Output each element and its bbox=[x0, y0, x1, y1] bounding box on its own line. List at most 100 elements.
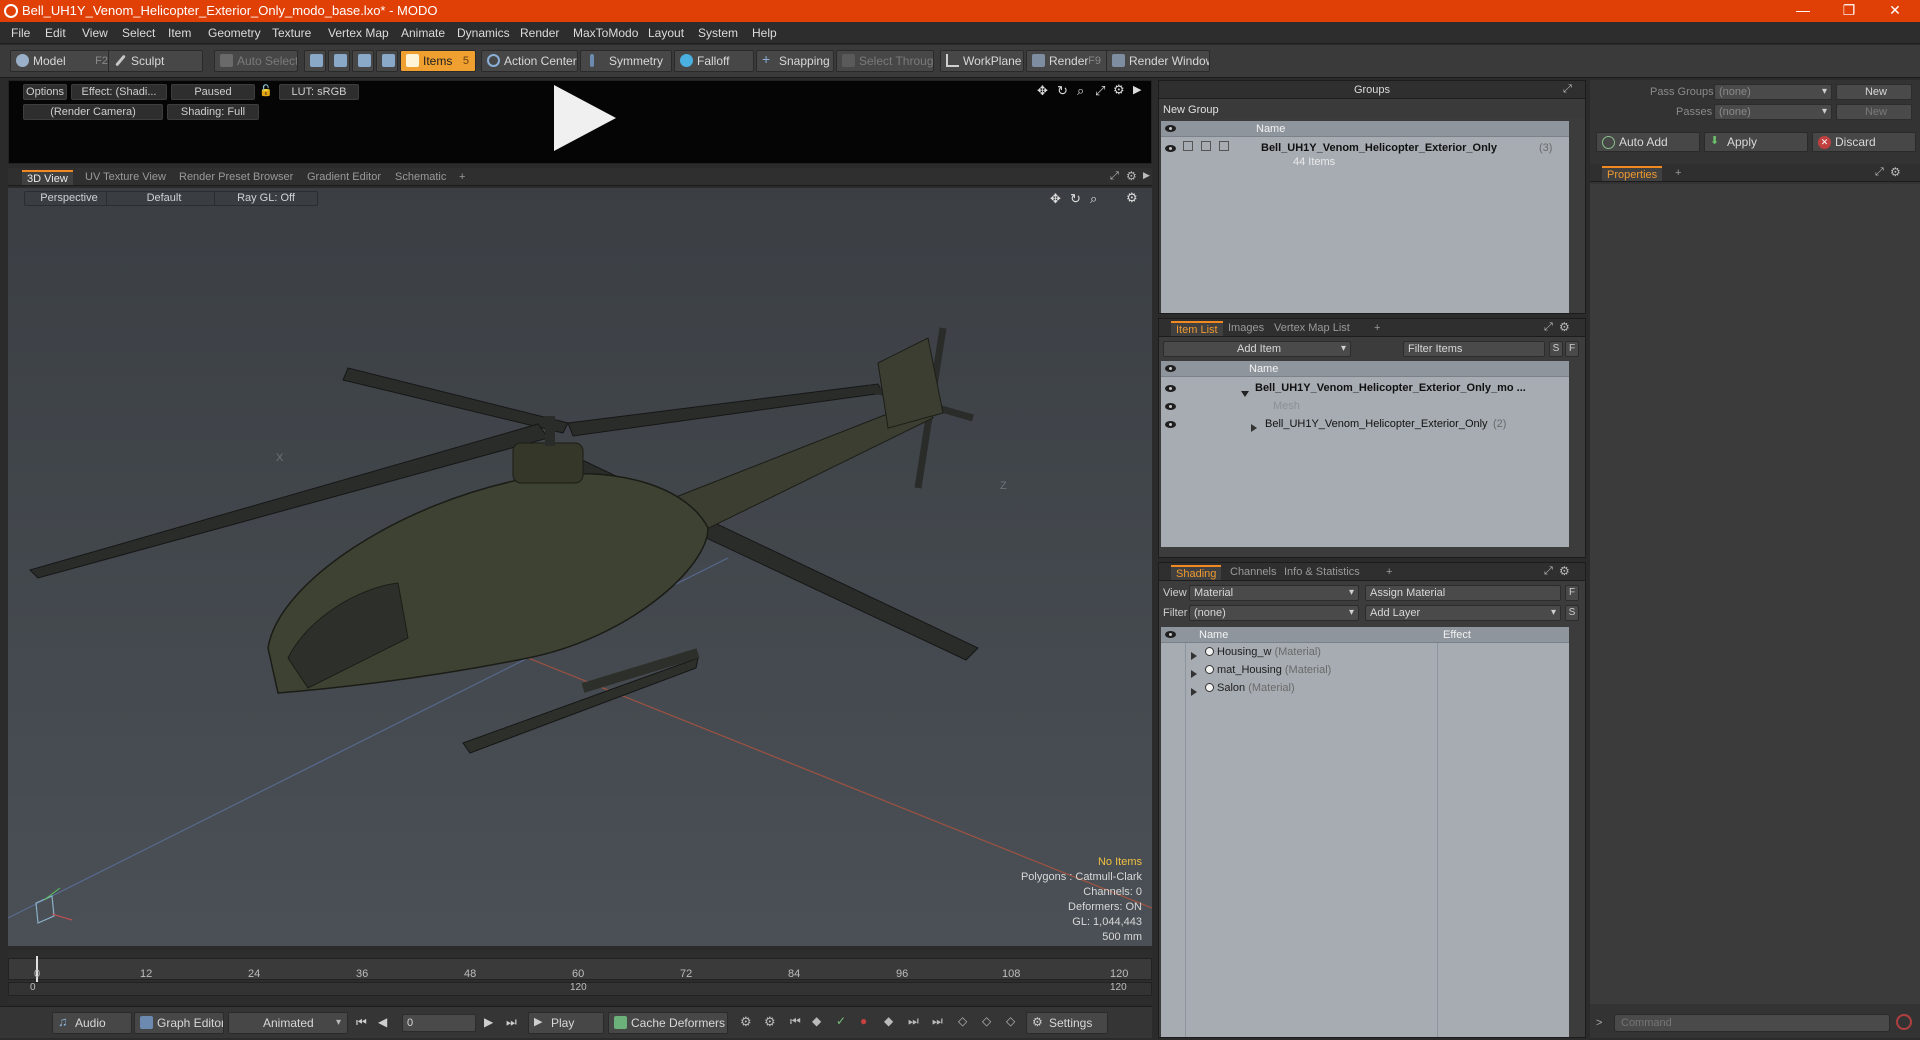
new-pass-group-button[interactable]: New bbox=[1836, 84, 1912, 100]
go-to-start-icon[interactable]: ⏮ bbox=[356, 1015, 367, 1030]
assign-material-button[interactable]: Assign Material bbox=[1365, 585, 1561, 601]
graph-editor-button[interactable]: Graph Editor bbox=[134, 1012, 224, 1034]
lock-icon[interactable]: 🔓 bbox=[259, 84, 273, 100]
add-tab-button[interactable]: + bbox=[1381, 565, 1397, 580]
tab-item-list[interactable]: Item List bbox=[1171, 321, 1223, 336]
tab-schematic[interactable]: Schematic bbox=[390, 170, 451, 185]
close-button[interactable]: ✕ bbox=[1872, 0, 1918, 22]
edges-mode-button[interactable] bbox=[328, 50, 350, 72]
visibility-eye-icon[interactable] bbox=[1165, 145, 1176, 152]
group-row[interactable]: Bell_UH1Y_Venom_Helicopter_Exterior_Only… bbox=[1161, 139, 1569, 175]
maximize-button[interactable]: ❐ bbox=[1826, 0, 1872, 22]
shading-gear-icon[interactable]: ⚙ bbox=[1559, 564, 1570, 578]
tab-properties[interactable]: Properties bbox=[1602, 166, 1663, 181]
lock-toggle-icon[interactable] bbox=[1201, 141, 1211, 151]
gear-icon[interactable]: ⚙ bbox=[1113, 82, 1125, 98]
groups-list[interactable]: Name Bell_UH1Y_Venom_Helicopter_Exterior… bbox=[1161, 121, 1569, 313]
tab-uv-texture-view[interactable]: UV Texture View bbox=[80, 170, 171, 185]
preview-shading-dropdown[interactable]: Shading: Full bbox=[167, 104, 259, 120]
select-toggle-icon[interactable] bbox=[1219, 141, 1229, 151]
item-list-gear-icon[interactable]: ⚙ bbox=[1559, 320, 1570, 334]
last-key-icon[interactable]: ⏭ bbox=[932, 1014, 943, 1029]
3d-viewport[interactable]: Perspective Default Ray GL: Off ✥ ↻ ⌕ ⚙ bbox=[8, 188, 1152, 946]
item-list-maximize-icon[interactable]: ⤢ bbox=[1544, 321, 1553, 334]
tab-channels[interactable]: Channels bbox=[1225, 565, 1281, 580]
visibility-eye-icon[interactable] bbox=[1165, 385, 1176, 392]
menu-edit[interactable]: Edit bbox=[45, 26, 66, 40]
discard-button[interactable]: ✕ Discard bbox=[1812, 132, 1916, 152]
filter-items-input[interactable]: Filter Items bbox=[1403, 341, 1545, 357]
model-mode-button[interactable]: Model F2 bbox=[10, 50, 115, 72]
constraint-icon[interactable]: ◇ bbox=[1006, 1014, 1015, 1028]
snapping-button[interactable]: + Snapping bbox=[756, 50, 834, 72]
item-row[interactable]: Mesh bbox=[1161, 397, 1569, 415]
menu-texture[interactable]: Texture bbox=[272, 26, 311, 40]
shading-f-button[interactable]: F bbox=[1565, 585, 1579, 601]
properties-gear-icon[interactable]: ⚙ bbox=[1890, 165, 1901, 179]
render-window-button[interactable]: Render Window bbox=[1106, 50, 1210, 72]
material-row[interactable]: mat_Housing (Material) bbox=[1161, 661, 1569, 679]
visibility-eye-icon[interactable] bbox=[1165, 403, 1176, 410]
sculpt-mode-button[interactable]: Sculpt bbox=[108, 50, 203, 72]
filter-dropdown[interactable]: (none) bbox=[1189, 605, 1359, 621]
previous-key-icon[interactable]: ⏮ bbox=[790, 1014, 801, 1029]
auto-add-button[interactable]: Auto Add bbox=[1596, 132, 1700, 152]
preview-camera-dropdown[interactable]: (Render Camera) bbox=[23, 104, 163, 120]
view-dropdown[interactable]: Material bbox=[1189, 585, 1359, 601]
command-input[interactable] bbox=[1614, 1014, 1890, 1032]
viewport-maximize-icon[interactable]: ⤢ bbox=[1110, 170, 1119, 183]
menu-maxtomodo[interactable]: MaxToModo bbox=[573, 26, 638, 40]
menu-vertex-map[interactable]: Vertex Map bbox=[328, 26, 389, 40]
zoom-icon[interactable]: ⌕ bbox=[1077, 83, 1084, 99]
tab-render-preset-browser[interactable]: Render Preset Browser bbox=[174, 170, 298, 185]
render-button[interactable]: Render F9 bbox=[1026, 50, 1108, 72]
vertices-mode-button[interactable] bbox=[304, 50, 326, 72]
shader-tree[interactable]: Name Effect Housing_w (Material) mat_Hou… bbox=[1161, 627, 1569, 1037]
item-row[interactable]: Bell_UH1Y_Venom_Helicopter_Exterior_Only… bbox=[1161, 415, 1569, 433]
apply-button[interactable]: ⬇ Apply bbox=[1704, 132, 1808, 152]
cache-deformers-button[interactable]: Cache Deformers bbox=[608, 1012, 728, 1034]
keyframe-tool-icon[interactable]: ⚙ bbox=[764, 1014, 776, 1030]
visibility-eye-icon[interactable] bbox=[1165, 421, 1176, 428]
add-layer-dropdown[interactable]: Add Layer bbox=[1365, 605, 1561, 621]
rotate-icon[interactable]: ↻ bbox=[1057, 83, 1068, 99]
select-through-button[interactable]: Select Through bbox=[836, 50, 934, 72]
tab-shading[interactable]: Shading bbox=[1171, 565, 1222, 580]
groups-maximize-icon[interactable]: ⤢ bbox=[1563, 83, 1572, 96]
record-macro-icon[interactable] bbox=[1896, 1014, 1912, 1030]
action-center-button[interactable]: Action Center bbox=[481, 50, 578, 72]
add-item-dropdown[interactable]: Add Item bbox=[1163, 341, 1351, 357]
maximize-icon[interactable]: ⤢ bbox=[1095, 83, 1105, 99]
next-key-icon[interactable]: ⏭ bbox=[908, 1014, 919, 1029]
items-mode-button[interactable]: Items 5 bbox=[400, 50, 476, 72]
tab-images[interactable]: Images bbox=[1223, 321, 1269, 336]
timeline[interactable]: 0 12 24 36 48 60 72 84 96 108 120 0 120 … bbox=[8, 950, 1152, 1004]
shading-maximize-icon[interactable]: ⤢ bbox=[1544, 565, 1553, 578]
preview-paused-button[interactable]: Paused bbox=[171, 84, 255, 100]
play-preview-icon[interactable] bbox=[554, 85, 616, 151]
expand-arrow-icon[interactable] bbox=[1191, 652, 1197, 660]
polygons-mode-button[interactable] bbox=[352, 50, 374, 72]
viewport-gear-icon[interactable]: ⚙ bbox=[1126, 169, 1137, 183]
record-icon[interactable]: ● bbox=[860, 1014, 867, 1028]
tab-info-statistics[interactable]: Info & Statistics bbox=[1279, 565, 1365, 580]
keyframe-tool-icon[interactable]: ⚙ bbox=[740, 1014, 752, 1030]
add-tab-button[interactable]: + bbox=[454, 170, 470, 185]
viewport-arrow-icon[interactable]: ▶ bbox=[1143, 170, 1150, 181]
expand-arrow-icon[interactable] bbox=[1251, 424, 1257, 432]
filter-s-button[interactable]: S bbox=[1549, 341, 1563, 357]
go-to-end-icon[interactable]: ⏭ bbox=[506, 1015, 517, 1030]
add-tab-button[interactable]: + bbox=[1369, 321, 1385, 336]
preview-lut-dropdown[interactable]: LUT: sRGB bbox=[279, 84, 359, 100]
key-icon[interactable]: ◆ bbox=[812, 1014, 821, 1028]
new-group-button[interactable]: New Group bbox=[1163, 104, 1219, 116]
next-frame-icon[interactable]: ▶ bbox=[484, 1015, 493, 1029]
audio-button[interactable]: ♫ Audio bbox=[52, 1012, 132, 1034]
menu-item[interactable]: Item bbox=[168, 26, 191, 40]
constraint-icon[interactable]: ◇ bbox=[958, 1014, 967, 1028]
passes-dropdown[interactable]: (none) bbox=[1714, 104, 1832, 120]
constraint-icon[interactable]: ◇ bbox=[982, 1014, 991, 1028]
auto-key-icon[interactable]: ◆ bbox=[884, 1014, 893, 1028]
menu-dynamics[interactable]: Dynamics bbox=[457, 26, 510, 40]
pan-icon[interactable]: ✥ bbox=[1037, 83, 1048, 99]
